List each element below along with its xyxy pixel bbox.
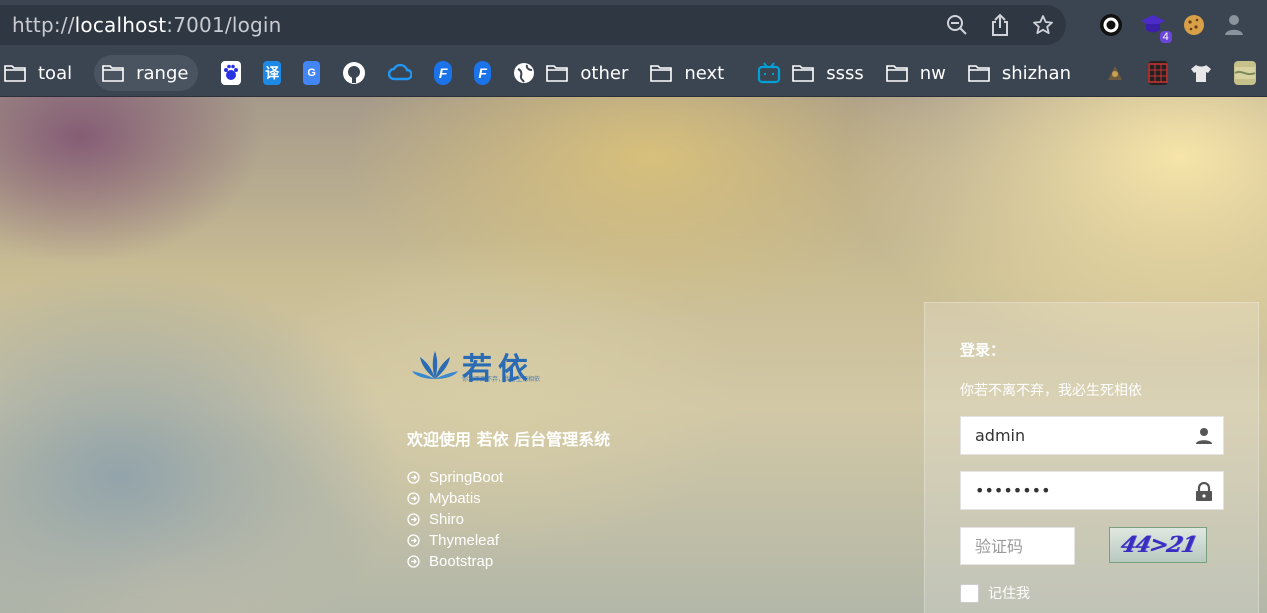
record-extension-icon[interactable] [1099,13,1123,37]
bookmark-folder-shizhan[interactable]: shizhan [968,55,1081,91]
url-text[interactable]: http://localhost:7001/login [12,13,282,37]
folder-icon [4,65,26,82]
extensions-area: 4 [1077,0,1267,50]
f-app-icon[interactable]: F [434,61,452,85]
share-icon[interactable] [990,13,1010,37]
google-translate-icon[interactable]: G [302,61,321,85]
graduation-extension-icon[interactable]: 4 [1140,13,1172,43]
user-icon [1196,428,1212,444]
login-subtitle: 你若不离不弃，我必生死相依 [960,383,1142,399]
captcha-field[interactable] [960,527,1075,565]
username-field[interactable] [960,416,1224,455]
bilibili-icon[interactable] [757,61,781,85]
bookmarks-bar: toal range 译 G F F other next ssss nw sh… [0,50,1267,97]
login-panel: 登录： 你若不离不弃，我必生死相依 44>21 记住我 [924,302,1259,613]
circle-arrow-icon [407,492,420,505]
bookmark-folder-ssss[interactable]: ssss [792,55,874,91]
bookmark-folder-nw[interactable]: nw [885,55,956,91]
ruoyi-logo: 若依 你若不离不弃，我必生死相依 [410,344,540,388]
cookie-icon[interactable] [1182,13,1206,37]
circle-arrow-icon [407,513,420,526]
remember-me-label: 记住我 [988,586,1030,602]
grid-extension-icon[interactable] [1147,61,1168,85]
folder-icon [968,65,990,82]
folder-icon [102,65,124,82]
feature-item: Bootstrap [407,551,503,572]
captcha-image[interactable]: 44>21 [1109,527,1207,563]
username-input[interactable] [961,417,1223,454]
feature-item: Thymeleaf [407,530,503,551]
extension-badge: 4 [1159,31,1172,43]
folder-icon [650,65,673,82]
bookmark-folder-other[interactable]: other [546,55,638,91]
feature-item: SpringBoot [407,467,503,488]
folder-icon [792,65,815,82]
cloud-icon[interactable] [388,61,413,85]
lotus-logo-icon [412,351,458,379]
circle-arrow-icon [407,555,420,568]
circle-arrow-icon [407,471,420,484]
login-page-background: 若依 你若不离不弃，我必生死相依 欢迎使用 若依 后台管理系统 SpringBo… [0,97,1267,613]
remember-me[interactable]: 记住我 [960,583,1030,603]
address-bar[interactable]: http://localhost:7001/login [0,5,1066,45]
folder-icon [885,65,908,82]
folder-icon [546,65,569,82]
feature-list: SpringBoot Mybatis Shiro Thymeleaf Boots… [407,467,503,572]
globe-icon[interactable] [513,61,535,85]
owl-extension-icon[interactable] [1104,61,1126,85]
bookmark-folder-next[interactable]: next [650,55,734,91]
lock-icon [1196,482,1212,501]
remember-me-checkbox[interactable] [960,583,979,603]
bookmark-star-icon[interactable] [1032,14,1054,36]
map-thumbnail-icon[interactable] [1233,61,1256,85]
shirt-icon[interactable] [1190,61,1212,85]
password-input[interactable] [961,472,1223,509]
login-title: 登录： [960,341,1006,359]
f-app-icon-2[interactable]: F [473,61,492,85]
zoom-out-icon[interactable] [946,14,968,36]
password-field[interactable] [960,471,1224,510]
bookmark-folder-toal[interactable]: toal [4,55,82,91]
circle-arrow-icon [407,534,420,547]
welcome-heading: 欢迎使用 若依 后台管理系统 [407,430,611,449]
logo-slogan: 你若不离不弃，我必生死相依 [462,377,541,383]
github-icon[interactable] [342,61,366,85]
bookmark-folder-range[interactable]: range [94,55,199,91]
captcha-text: 44>21 [1117,532,1199,558]
captcha-input[interactable] [961,528,1074,564]
puzzle-agent-icon[interactable] [1223,13,1245,37]
browser-toolbar: http://localhost:7001/login 4 [0,0,1267,50]
baidu-icon[interactable] [221,61,242,85]
feature-item: Shiro [407,509,503,530]
feature-item: Mybatis [407,488,503,509]
translate-icon[interactable]: 译 [263,61,281,85]
